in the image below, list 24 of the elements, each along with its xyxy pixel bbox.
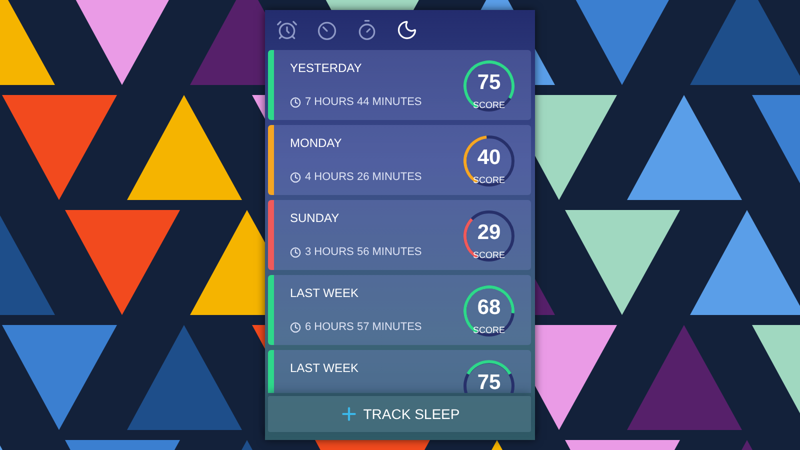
score-ring xyxy=(461,208,517,264)
clock-icon xyxy=(290,172,301,182)
score-value: 68 xyxy=(477,297,501,319)
clock-icon xyxy=(290,246,301,258)
score-value: 75 xyxy=(477,372,501,393)
day-label: MONDAY xyxy=(290,136,343,150)
day-label: YESTERDAY xyxy=(290,61,363,75)
clock-icon xyxy=(290,322,301,332)
score-value: 40 xyxy=(477,147,501,169)
day-label: LAST WEEK xyxy=(290,286,360,300)
score-ring xyxy=(461,283,517,339)
duration-text: 3 HOURS 56 MINUTES xyxy=(305,246,422,258)
score-value: 29 xyxy=(477,222,501,244)
duration-text: 7 HOURS 44 MINUTES xyxy=(305,96,422,108)
day-label: LAST WEEK xyxy=(290,361,358,375)
score-ring xyxy=(461,133,517,189)
day-label: SUNDAY xyxy=(290,211,340,225)
duration-text: 4 HOURS 26 MINUTES xyxy=(305,171,422,183)
track-sleep-button[interactable]: TRACK SLEEP xyxy=(268,396,531,432)
score-ring xyxy=(461,58,517,114)
duration-text: 6 HOURS 57 MINUTES xyxy=(305,321,422,333)
clock-icon xyxy=(290,96,301,108)
sleep-card[interactable]: LAST WEEK 75 xyxy=(268,350,531,393)
score-value: 75 xyxy=(477,72,501,94)
